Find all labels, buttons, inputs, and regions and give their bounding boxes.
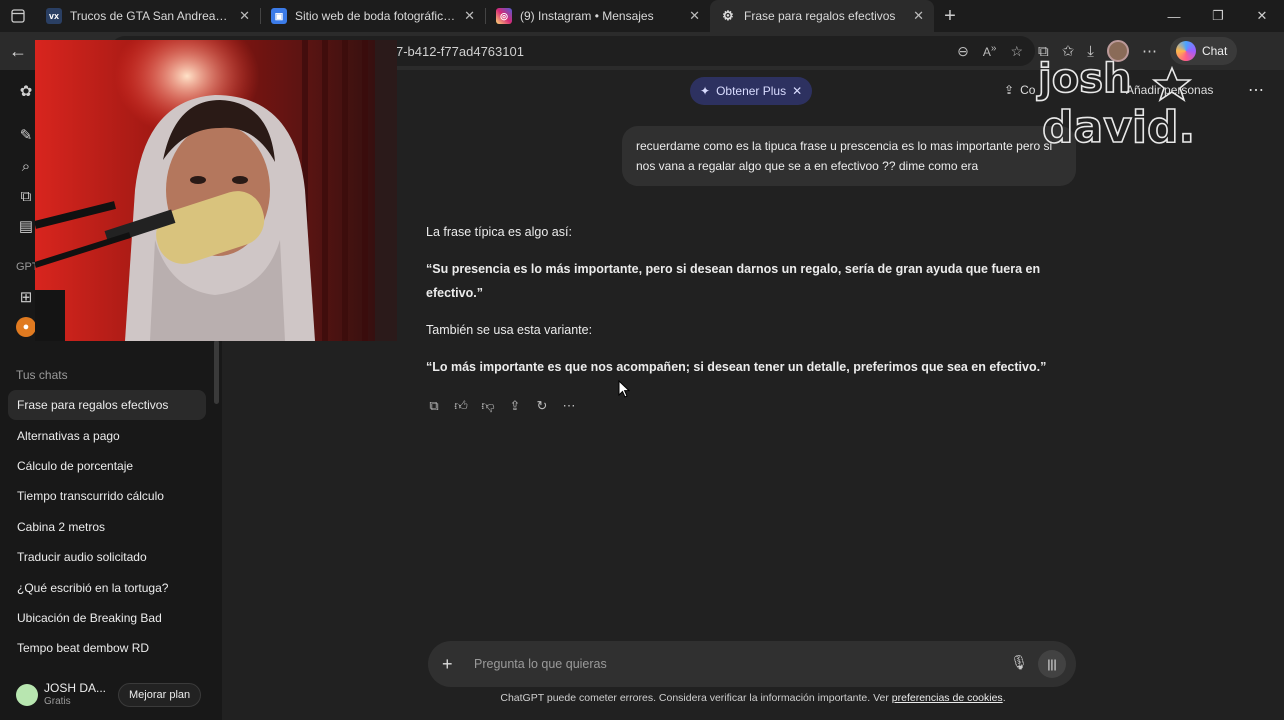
back-arrow-icon[interactable]: ← xyxy=(0,32,36,70)
chat-list: Frase para regalos efectivos Alternativa… xyxy=(8,390,206,664)
prompt-input[interactable] xyxy=(472,656,972,672)
dismiss-icon[interactable]: ✕ xyxy=(792,84,802,98)
user-name: JOSH DA... xyxy=(44,681,107,695)
close-icon[interactable]: ✕ xyxy=(464,8,475,24)
answer-paragraph: También se usa esta variante: xyxy=(426,323,593,337)
chats-heading: Tus chats xyxy=(16,368,68,382)
upgrade-plan-button[interactable]: Mejorar plan xyxy=(118,683,202,707)
tab-chatgpt[interactable]: ⚙ Frase para regalos efectivos ✕ xyxy=(710,0,934,32)
watermark-logo: josh david. xyxy=(1035,55,1196,154)
webcam-overlay xyxy=(35,40,397,341)
tab-instagram[interactable]: ◎ (9) Instagram • Mensajes ✕ xyxy=(486,0,710,32)
vx-favicon-icon: vx xyxy=(46,8,62,24)
close-icon[interactable]: ✕ xyxy=(689,8,700,24)
url-text: 7-b412-f77ad4763101 xyxy=(396,43,524,59)
chat-item[interactable]: ¿Qué escribió en la tortuga? xyxy=(8,572,206,602)
mouse-cursor-icon xyxy=(618,380,630,398)
favorite-star-icon[interactable]: ☆ xyxy=(1010,43,1023,60)
folder-icon[interactable]: ▤ xyxy=(16,216,36,236)
chat-item[interactable]: Tempo beat dembow RD xyxy=(8,633,206,663)
tab-title: Sitio web de boda fotográfico en xyxy=(295,9,459,23)
thumbs-up-icon[interactable]: 👍︎ xyxy=(453,398,469,414)
zoom-icon[interactable]: ⊖ xyxy=(957,43,969,60)
site-favicon-icon: ▣ xyxy=(271,8,287,24)
close-icon[interactable]: ✕ xyxy=(913,8,924,24)
close-icon[interactable]: ✕ xyxy=(239,8,250,24)
chat-item[interactable]: Ubicación de Breaking Bad xyxy=(8,603,206,633)
gpt-avatar-icon[interactable]: ● xyxy=(16,317,36,337)
user-plan: Gratis xyxy=(44,696,71,707)
user-avatar xyxy=(16,684,38,706)
webcam-video xyxy=(35,40,397,341)
tab-actions-icon[interactable] xyxy=(0,0,36,32)
chat-item[interactable]: Alternativas a pago xyxy=(8,420,206,450)
answer-quote: “Su presencia es lo más importante, pero… xyxy=(426,262,1041,300)
copy-icon[interactable]: ⧉ xyxy=(426,398,442,414)
chat-item[interactable]: Frase para regalos efectivos xyxy=(8,390,206,421)
minimize-icon[interactable]: — xyxy=(1152,0,1196,32)
chat-item[interactable]: Cálculo de porcentaje xyxy=(8,451,206,481)
chat-item[interactable]: Traducir audio solicitado xyxy=(8,542,206,572)
user-menu[interactable]: JOSH DA... Gratis Mejorar plan xyxy=(0,670,222,720)
attach-plus-icon[interactable]: + xyxy=(442,654,462,675)
sparkle-icon: ✦ xyxy=(700,84,711,98)
window-close-icon[interactable]: ✕ xyxy=(1240,0,1284,32)
tab-title: (9) Instagram • Mensajes xyxy=(520,9,654,23)
new-tab-button[interactable]: + xyxy=(934,5,966,28)
cookie-preferences-link[interactable]: preferencias de cookies xyxy=(892,692,1003,704)
restore-icon[interactable]: ❐ xyxy=(1196,0,1240,32)
microphone-icon[interactable]: 🎙︎ xyxy=(1010,654,1028,671)
share-button[interactable]: ⇪ Co xyxy=(1004,83,1035,97)
new-chat-icon[interactable]: ✎ xyxy=(16,125,36,145)
voice-mode-icon[interactable]: ||| xyxy=(1038,650,1066,678)
chat-item[interactable]: Tiempo transcurrido cálculo xyxy=(8,481,206,511)
tab-title: Trucos de GTA San Andreas para PC xyxy=(70,9,233,23)
get-plus-button[interactable]: ✦ Obtener Plus ✕ xyxy=(690,77,813,105)
tab-boda[interactable]: ▣ Sitio web de boda fotográfico en ✕ xyxy=(261,0,485,32)
window-controls: — ❐ ✕ xyxy=(1152,0,1284,32)
disclaimer-text: ChatGPT puede cometer errores. Considera… xyxy=(500,692,892,704)
composer: + 🎙︎ ||| xyxy=(428,641,1076,687)
regenerate-icon[interactable]: ↻ xyxy=(534,398,550,414)
message-actions: ⧉ 👍︎ 👎︎ ⇪ ↻ ⋯ xyxy=(426,398,577,414)
share-icon: ⇪ xyxy=(1004,83,1015,97)
tab-strip: vx Trucos de GTA San Andreas para PC ✕ ▣… xyxy=(0,0,1284,32)
thumbs-down-icon[interactable]: 👎︎ xyxy=(480,398,496,414)
read-aloud-icon[interactable]: A» xyxy=(983,43,997,59)
share-icon[interactable]: ⇪ xyxy=(507,398,523,414)
more-icon[interactable]: ⋯ xyxy=(561,398,577,414)
search-icon[interactable]: ⌕ xyxy=(16,156,36,176)
library-icon[interactable]: ⧉ xyxy=(16,186,36,206)
user-message: recuerdame como es la tipuca frase u pre… xyxy=(622,126,1076,186)
watermark-line1: josh xyxy=(1036,56,1131,102)
chat-item[interactable]: Cabina 2 metros xyxy=(8,512,206,542)
tab-title: Frase para regalos efectivos xyxy=(744,9,896,23)
watermark-line2: david. xyxy=(1042,102,1195,153)
explore-gpts-icon[interactable]: ⊞ xyxy=(16,287,36,307)
assistant-message: La frase típica es algo así: “Su presenc… xyxy=(426,220,1066,392)
openai-logo-icon[interactable]: ✿ xyxy=(16,81,36,101)
sidebar-scrollbar[interactable] xyxy=(214,340,219,404)
chatgpt-favicon-icon: ⚙ xyxy=(722,8,734,23)
conversation-options-icon[interactable]: ⋯ xyxy=(1248,80,1264,100)
answer-paragraph: La frase típica es algo así: xyxy=(426,225,572,239)
instagram-icon: ◎ xyxy=(496,8,512,24)
tab-gta[interactable]: vx Trucos de GTA San Andreas para PC ✕ xyxy=(36,0,260,32)
disclaimer: ChatGPT puede cometer errores. Considera… xyxy=(500,692,1006,704)
get-plus-label: Obtener Plus xyxy=(716,84,787,98)
answer-quote: “Lo más importante es que nos acompañen;… xyxy=(426,360,1047,374)
